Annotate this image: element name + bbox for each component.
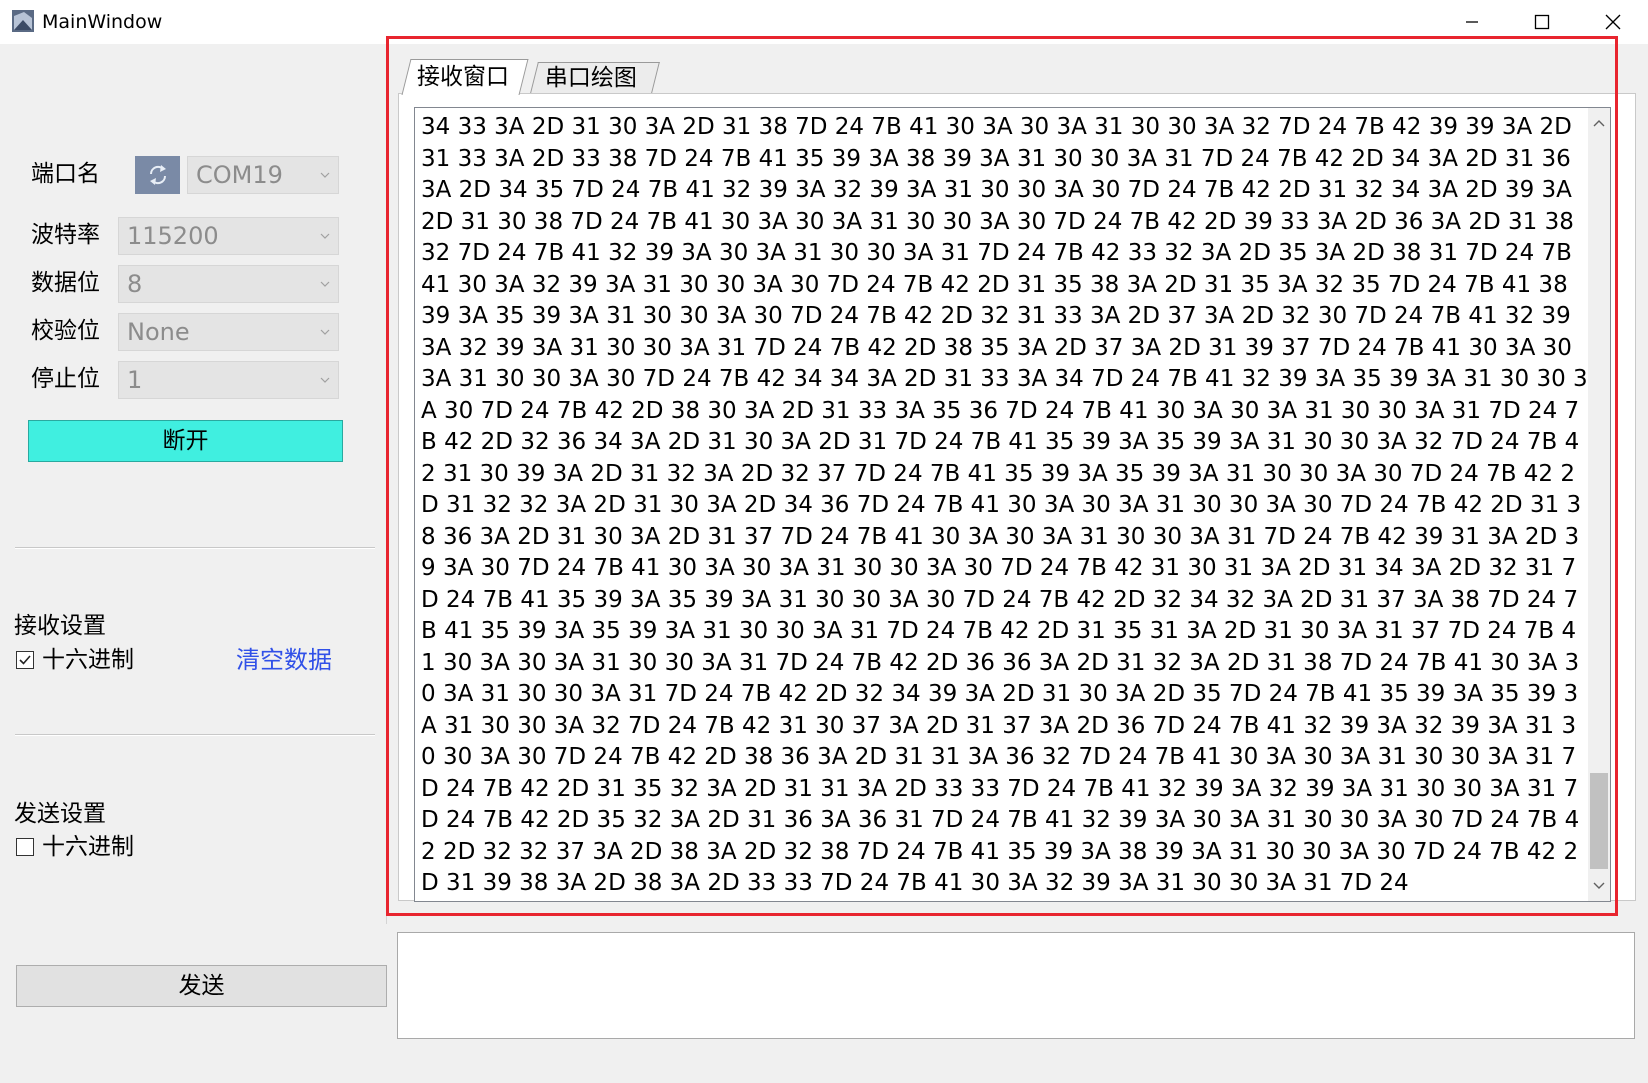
- chevron-down-icon: [320, 172, 330, 178]
- stop-bits-combo[interactable]: 1: [118, 361, 339, 399]
- close-icon: [1605, 14, 1621, 30]
- stop-bits-label: 停止位: [31, 366, 100, 392]
- maximize-icon: [1534, 14, 1550, 30]
- divider: [15, 547, 375, 549]
- data-bits-value: 8: [127, 270, 143, 298]
- receive-settings-heading: 接收设置: [14, 613, 106, 639]
- window-title: MainWindow: [42, 11, 163, 33]
- minimize-icon: [1466, 21, 1478, 23]
- send-hex-label: 十六进制: [42, 834, 134, 860]
- data-bits-label: 数据位: [31, 270, 100, 296]
- receive-hex-checkbox[interactable]: [16, 651, 34, 669]
- parity-label: 校验位: [31, 318, 100, 344]
- checkmark-icon: [19, 655, 31, 665]
- refresh-icon: [149, 165, 166, 185]
- clear-data-link[interactable]: 清空数据: [236, 645, 332, 675]
- send-button[interactable]: 发送: [16, 965, 387, 1007]
- port-combo[interactable]: COM19: [187, 156, 339, 194]
- parity-value: None: [127, 318, 190, 346]
- chevron-down-icon: [320, 233, 330, 239]
- divider: [15, 734, 375, 736]
- port-label: 端口名: [31, 161, 100, 187]
- chevron-down-icon: [320, 329, 330, 335]
- highlight-box: [386, 36, 1618, 916]
- send-textarea[interactable]: [397, 932, 1635, 1039]
- port-value: COM19: [196, 161, 283, 189]
- refresh-ports-button[interactable]: [135, 156, 180, 194]
- disconnect-button[interactable]: 断开: [28, 420, 343, 462]
- stop-bits-value: 1: [127, 366, 143, 394]
- data-bits-combo[interactable]: 8: [118, 265, 339, 303]
- baud-combo[interactable]: 115200: [118, 217, 339, 255]
- send-settings-heading: 发送设置: [14, 801, 106, 827]
- send-hex-checkbox[interactable]: [16, 838, 34, 856]
- receive-hex-label: 十六进制: [42, 647, 134, 673]
- chevron-down-icon: [320, 377, 330, 383]
- app-icon: [12, 10, 34, 32]
- parity-combo[interactable]: None: [118, 313, 339, 351]
- baud-value: 115200: [127, 222, 219, 250]
- chevron-down-icon: [320, 281, 330, 287]
- baud-label: 波特率: [31, 222, 100, 248]
